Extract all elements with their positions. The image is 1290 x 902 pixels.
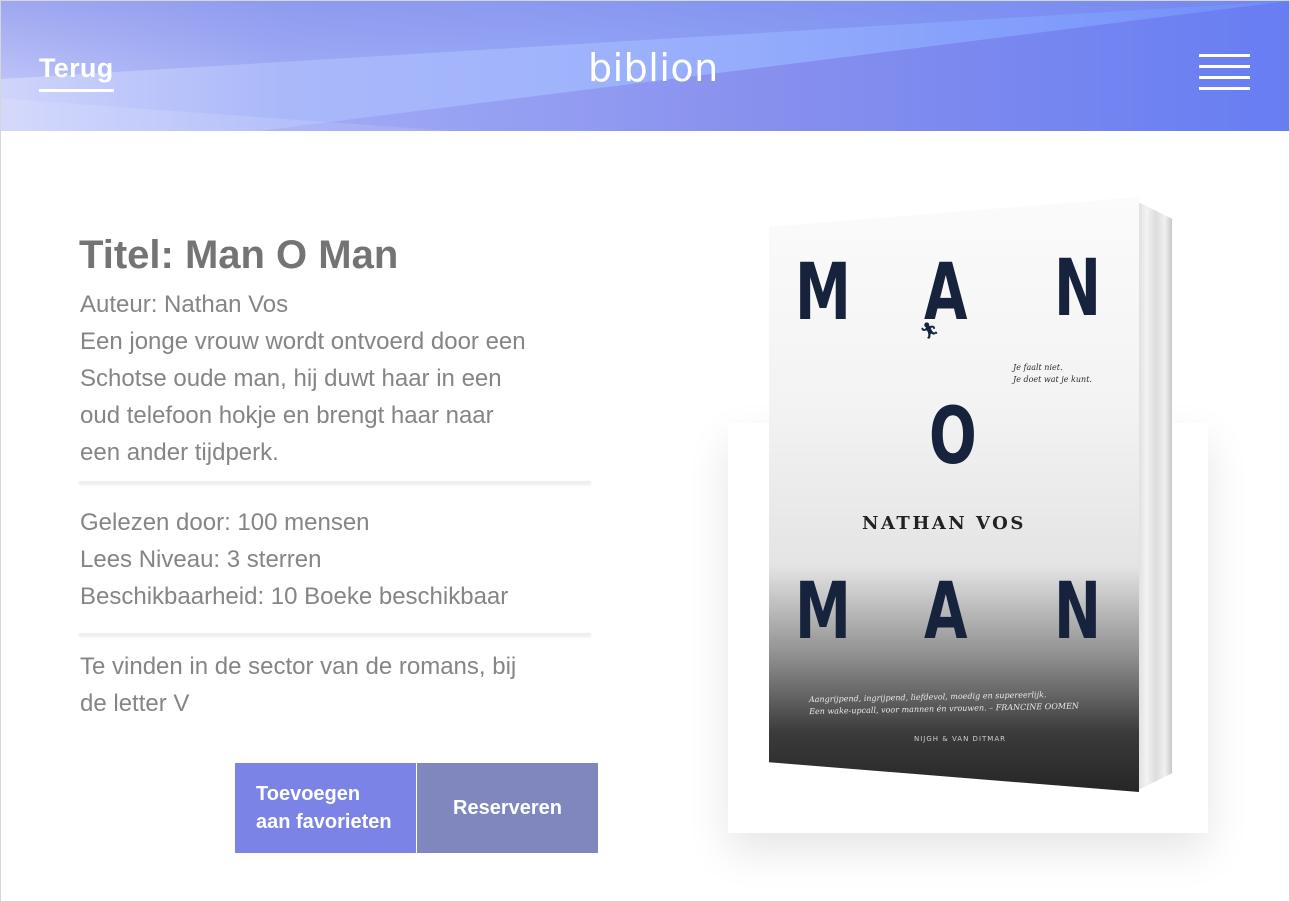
cover-letter: N bbox=[1054, 567, 1102, 657]
book-location: Te vinden in de sector van de romans, bi… bbox=[80, 648, 600, 722]
reserve-button[interactable]: Reserveren bbox=[417, 763, 598, 853]
location-line: de letter V bbox=[80, 690, 190, 717]
cover-letter: A bbox=[924, 567, 968, 657]
biblion-logo: biblion bbox=[588, 46, 719, 90]
description-line: Schotse oude man, hij duwt haar in een bbox=[80, 365, 502, 392]
book-pages bbox=[1136, 201, 1172, 791]
location-line: Te vinden in de sector van de romans, bi… bbox=[80, 653, 517, 680]
description-line: oud telefoon hokje en brengt haar naar bbox=[80, 402, 494, 429]
favorite-label-line1: Toevoegen bbox=[256, 783, 361, 805]
back-link[interactable]: Terug bbox=[39, 53, 114, 92]
cover-letter: O bbox=[929, 392, 977, 482]
header-bar: Terug biblion bbox=[1, 1, 1289, 131]
cover-letter: M bbox=[795, 248, 851, 338]
cover-letter: N bbox=[1054, 244, 1102, 334]
read-by-count: Gelezen door: 100 mensen bbox=[80, 509, 370, 536]
book-author: Auteur: Nathan Vos bbox=[80, 291, 289, 318]
description-line: een ander tijdperk. bbox=[80, 439, 279, 466]
description-line: Een jonge vrouw wordt ontvoerd door een bbox=[80, 328, 526, 355]
cover-publisher: NIJGH & VAN DITMAR bbox=[914, 735, 1006, 743]
cover-author: NATHAN VOS bbox=[862, 513, 1026, 534]
book-detail: Titel: Man O Man Auteur: Nathan Vos Een … bbox=[0, 131, 1290, 902]
divider bbox=[79, 633, 591, 636]
figure-icon: 🏃︎ bbox=[919, 323, 940, 340]
add-to-favorites-button[interactable]: Toevoegen aan favorieten bbox=[235, 763, 416, 853]
hamburger-menu-icon[interactable] bbox=[1199, 54, 1250, 91]
cover-quote: Je faalt niet. Je doet wat je kunt. bbox=[1013, 363, 1092, 384]
cover-blurb: Aangrijpend, ingrijpend, liefdevol, moed… bbox=[808, 690, 1079, 717]
availability: Beschikbaarheid: 10 Boeke beschikbaar bbox=[80, 583, 509, 610]
favorite-label-line2: aan favorieten bbox=[256, 811, 392, 833]
book-stats: Gelezen door: 100 mensen Lees Niveau: 3 … bbox=[80, 504, 508, 615]
book-description: Een jonge vrouw wordt ontvoerd door een … bbox=[80, 323, 600, 471]
cover-letter: M bbox=[795, 567, 851, 657]
book-title: Titel: Man O Man bbox=[79, 233, 399, 277]
book-cover-image: M A N 🏃︎ Je faalt niet. Je doet wat je k… bbox=[769, 197, 1139, 792]
divider bbox=[79, 481, 591, 484]
reading-level: Lees Niveau: 3 sterren bbox=[80, 546, 322, 573]
